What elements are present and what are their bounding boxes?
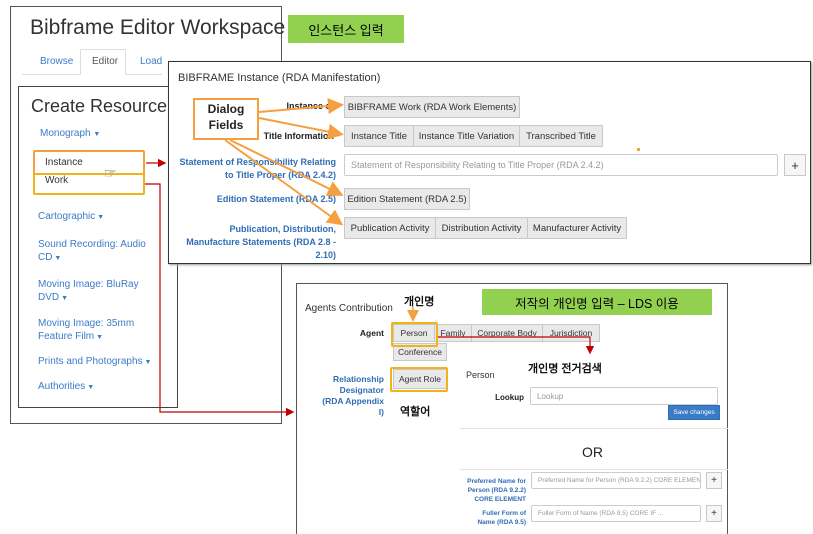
menu-authorities[interactable]: Authorities ▼	[38, 381, 94, 392]
menu-moving-image-bluray-label: Moving Image: BluRay DVD	[38, 279, 139, 303]
menu-authorities-label: Authorities	[38, 381, 86, 392]
edition-label: Edition Statement (RDA 2.5)	[216, 194, 336, 204]
menu-cartographic-label: Cartographic	[38, 211, 96, 222]
dialog-fields-line2: Fields	[208, 118, 244, 132]
caret-down-icon: ▼	[52, 255, 62, 262]
agent-input-callout: 저작의 개인명 입력 – LDS 이용	[482, 289, 712, 315]
fuller-form-add-button[interactable]: +	[706, 505, 722, 522]
orange-dot-mark	[637, 148, 640, 151]
tab-editor-label: Editor	[92, 56, 119, 67]
dialog-fields-line1: Dialog	[207, 102, 245, 116]
person-search-callout: 개인명 전거검색	[528, 363, 602, 375]
work-highlight-box	[33, 173, 145, 195]
instance-dialog-title: BIBFRAME Instance (RDA Manifestation)	[178, 72, 381, 84]
fuller-form-label: Fuller Form of Name (RDA 9.5)	[477, 510, 526, 526]
publication-label: Publication, Distribution, Manufacture S…	[186, 224, 336, 260]
caret-down-icon: ▼	[59, 295, 68, 302]
caret-down-icon: ▼	[93, 131, 101, 138]
transcribed-title-button[interactable]: Transcribed Title	[519, 125, 603, 147]
caret-down-icon: ▼	[85, 384, 95, 391]
lookup-input[interactable]: Lookup	[530, 387, 718, 405]
monograph-dropdown[interactable]: Monograph ▼	[40, 128, 100, 139]
tab-load[interactable]: Load	[140, 56, 162, 67]
preferred-name-add-button[interactable]: +	[706, 472, 722, 489]
menu-prints-photographs-label: Prints and Photographs	[38, 356, 143, 367]
lookup-label: Lookup	[495, 393, 524, 402]
person-name-callout: 개인명	[404, 296, 435, 308]
create-resource-heading: Create Resource	[31, 96, 168, 116]
tab-browse[interactable]: Browse	[40, 56, 73, 67]
instance-input-callout: 인스턴스 입력	[288, 15, 404, 43]
agent-corporate-body-button[interactable]: Corporate Body	[471, 324, 543, 342]
caret-down-icon: ▼	[95, 214, 105, 221]
instance-highlight-box	[33, 150, 145, 175]
or-separator: OR	[582, 444, 603, 460]
agent-label: Agent	[359, 328, 384, 338]
workspace-title: Bibframe Editor Workspace	[30, 16, 286, 39]
menu-moving-image-bluray[interactable]: Moving Image: BluRay DVD ▼	[38, 278, 148, 305]
caret-down-icon: ▼	[94, 334, 103, 341]
edition-statement-button[interactable]: Edition Statement (RDA 2.5)	[344, 188, 470, 210]
agents-dialog-title: Agents Contribution	[305, 303, 393, 314]
preferred-name-input[interactable]: Preferred Name for Person (RDA 9.2.2) CO…	[531, 472, 701, 489]
menu-moving-image-35mm[interactable]: Moving Image: 35mm Feature Film ▼	[38, 317, 148, 344]
role-term-callout: 역할어	[400, 406, 431, 418]
agent-jurisdiction-button[interactable]: Jurisdiction	[542, 324, 600, 342]
menu-cartographic[interactable]: Cartographic ▼	[38, 211, 104, 222]
sor-input[interactable]: Statement of Responsibility Relating to …	[344, 154, 778, 176]
or-divider	[460, 469, 728, 470]
preferred-name-label: Preferred Name for Person (RDA 9.2.2) CO…	[467, 478, 526, 503]
monograph-label: Monograph	[40, 128, 91, 139]
menu-sound-recording[interactable]: Sound Recording: Audio CD ▼	[38, 238, 153, 265]
manufacturer-activity-button[interactable]: Manufacturer Activity	[527, 217, 627, 239]
relationship-designator-label: Relationship Designator (RDA Appendix I)	[322, 374, 384, 417]
person-heading: Person	[466, 370, 495, 380]
instance-title-button[interactable]: Instance Title	[344, 125, 414, 147]
publication-activity-button[interactable]: Publication Activity	[344, 217, 436, 239]
instance-title-variation-button[interactable]: Instance Title Variation	[413, 125, 520, 147]
person-highlight-box	[391, 322, 438, 347]
caret-down-icon: ▼	[142, 359, 152, 366]
sor-label: Statement of Responsibility Relating to …	[179, 157, 336, 180]
sor-add-button[interactable]: +	[784, 154, 806, 176]
distribution-activity-button[interactable]: Distribution Activity	[435, 217, 528, 239]
agent-role-highlight-box	[390, 367, 448, 392]
save-changes-button[interactable]: Save changes	[668, 405, 720, 420]
fuller-form-input[interactable]: Fuller Form of Name (RDA 9.5) CORE IF ..…	[531, 505, 701, 522]
menu-moving-image-35mm-label: Moving Image: 35mm Feature Film	[38, 318, 135, 342]
menu-prints-photographs[interactable]: Prints and Photographs ▼	[38, 356, 151, 367]
agent-family-button[interactable]: Family	[434, 324, 472, 342]
instance-of-button[interactable]: BIBFRAME Work (RDA Work Elements)	[344, 96, 520, 118]
lookup-divider	[460, 428, 728, 429]
